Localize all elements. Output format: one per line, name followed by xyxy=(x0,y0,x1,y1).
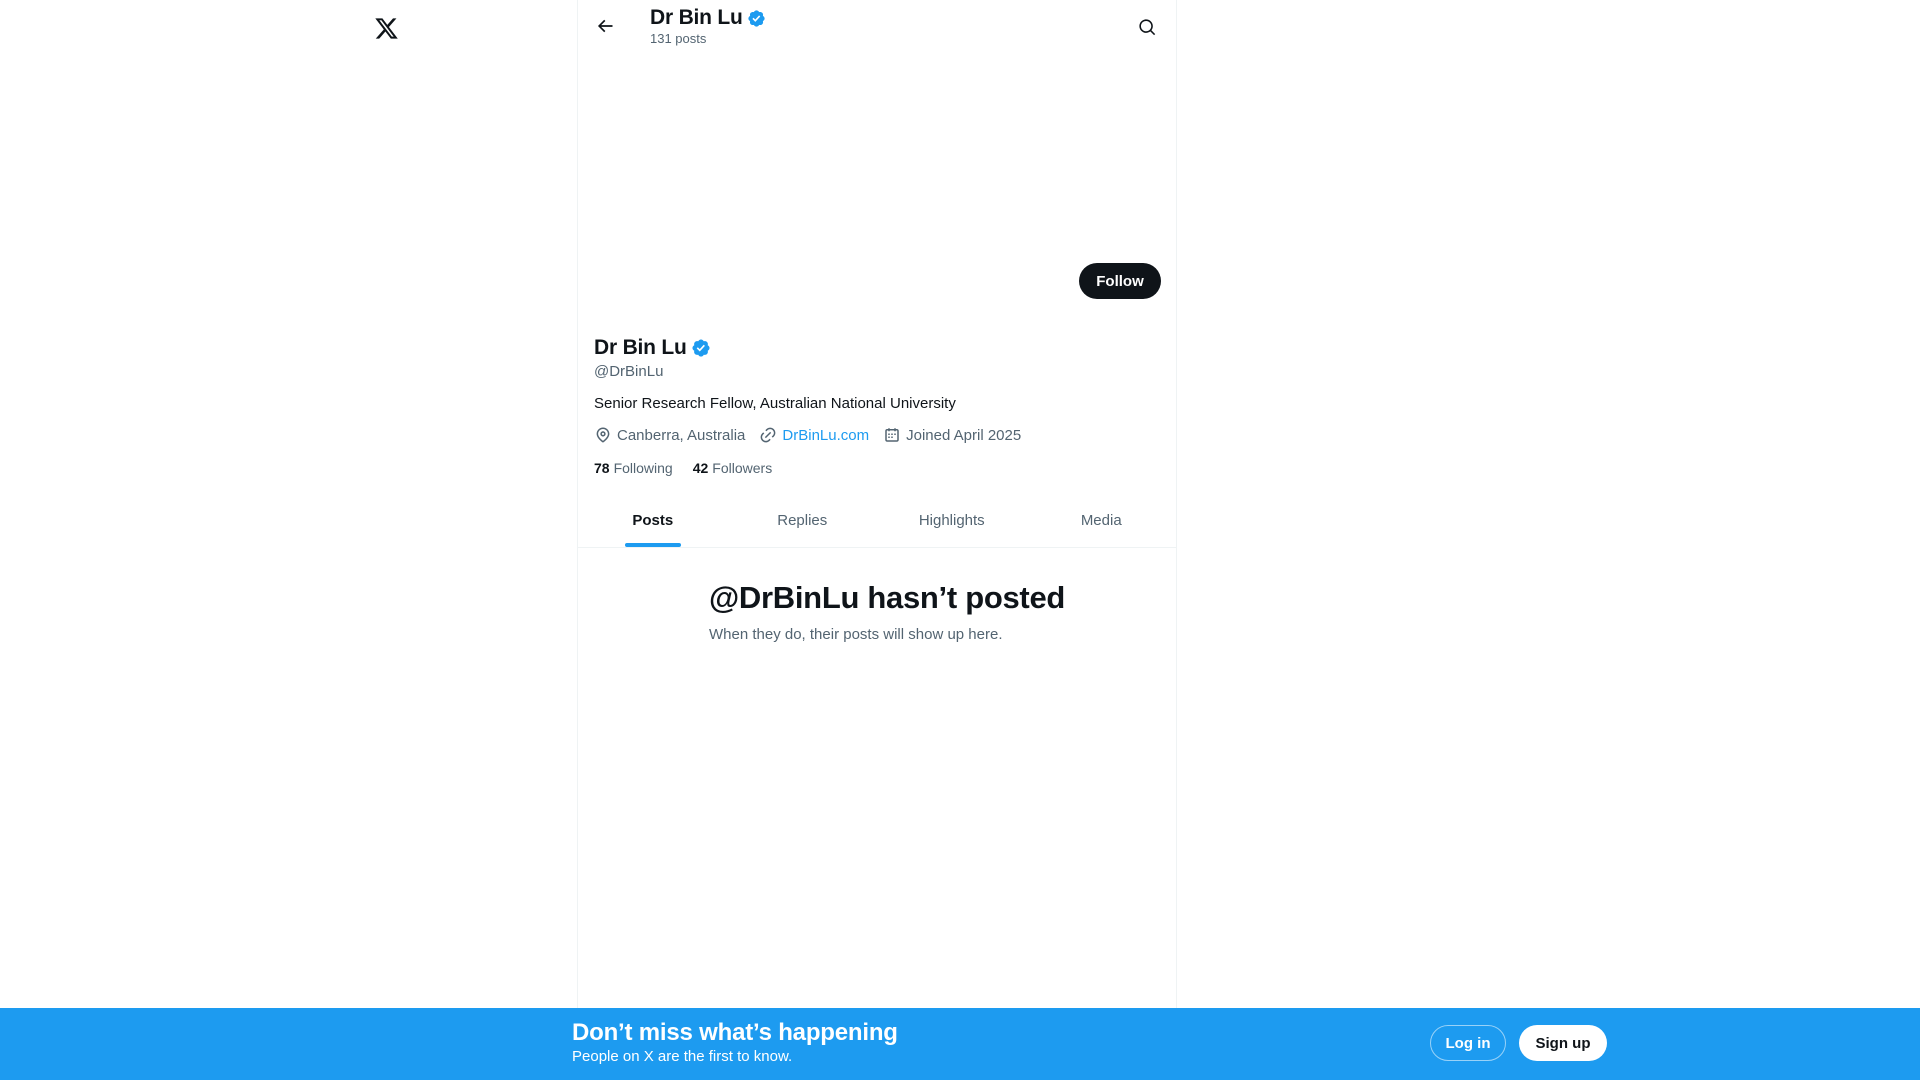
back-button[interactable] xyxy=(588,9,622,43)
joined-item: Joined April 2025 xyxy=(883,426,1021,444)
left-rail xyxy=(0,0,577,1080)
profile-bio: Senior Research Fellow, Australian Natio… xyxy=(594,395,956,412)
following-label: Following xyxy=(613,460,673,476)
search-button[interactable] xyxy=(1130,10,1164,44)
website-link[interactable]: DrBinLu.com xyxy=(782,427,869,444)
signup-banner-text: Don’t miss what’s happening People on X … xyxy=(572,1019,898,1067)
profile-name: Dr Bin Lu xyxy=(594,336,711,360)
verified-badge-icon xyxy=(692,339,710,357)
main-column: Dr Bin Lu 131 posts Follow Dr Bin Lu @Dr… xyxy=(577,0,1177,1080)
arrow-left-icon xyxy=(597,19,613,33)
signup-banner: Don’t miss what’s happening People on X … xyxy=(0,1008,1920,1080)
calendar-icon xyxy=(885,428,899,442)
profile-tabs: Posts Replies Highlights Media xyxy=(578,494,1176,548)
tab-label: Posts xyxy=(632,512,674,529)
header-title: Dr Bin Lu xyxy=(650,5,766,31)
link-icon xyxy=(761,427,776,443)
location-text: Canberra, Australia xyxy=(617,426,746,444)
tab-label: Highlights xyxy=(918,512,985,529)
followers-link[interactable]: 42 Followers xyxy=(693,460,772,476)
signup-button[interactable]: Sign up xyxy=(1519,1025,1607,1061)
website-item: DrBinLu.com xyxy=(759,426,869,444)
tab-posts[interactable]: Posts xyxy=(578,494,728,547)
follow-stats: 78 Following 42 Followers xyxy=(594,460,792,476)
tab-replies[interactable]: Replies xyxy=(728,494,878,547)
following-link[interactable]: 78 Following xyxy=(594,460,673,476)
following-count: 78 xyxy=(594,460,610,476)
location-item: Canberra, Australia xyxy=(594,426,745,444)
joined-text: Joined April 2025 xyxy=(906,426,1022,444)
profile-handle: @DrBinLu xyxy=(594,363,664,380)
verified-badge-icon xyxy=(748,9,765,27)
profile-banner xyxy=(578,53,1176,253)
empty-state: @DrBinLu hasn’t posted When they do, the… xyxy=(709,580,1069,643)
signup-banner-title: Don’t miss what’s happening xyxy=(572,1019,898,1046)
profile-meta: Canberra, Australia DrBinLu.com Joined A… xyxy=(594,426,1035,444)
followers-count: 42 xyxy=(692,460,709,476)
tab-media[interactable]: Media xyxy=(1027,494,1177,547)
header-post-count: 131 posts xyxy=(650,31,707,46)
tab-label: Replies xyxy=(777,512,828,529)
location-pin-icon xyxy=(596,427,610,443)
search-icon xyxy=(1138,18,1155,35)
follow-button[interactable]: Follow xyxy=(1079,263,1161,299)
header-title-group: Dr Bin Lu 131 posts xyxy=(650,5,766,47)
empty-state-subtitle: When they do, their posts will show up h… xyxy=(709,626,1003,643)
profile-name-text: Dr Bin Lu xyxy=(594,336,687,359)
login-button[interactable]: Log in xyxy=(1430,1025,1506,1061)
tab-label: Media xyxy=(1080,512,1122,529)
signup-banner-subtitle: People on X are the first to know. xyxy=(572,1048,793,1065)
followers-label: Followers xyxy=(712,460,773,476)
active-tab-indicator xyxy=(624,543,681,547)
empty-state-title: @DrBinLu hasn’t posted xyxy=(709,580,1066,615)
header-name: Dr Bin Lu xyxy=(650,6,743,29)
x-logo-icon[interactable] xyxy=(370,12,402,44)
top-bar: Dr Bin Lu 131 posts xyxy=(578,0,1176,53)
tab-highlights[interactable]: Highlights xyxy=(877,494,1027,547)
